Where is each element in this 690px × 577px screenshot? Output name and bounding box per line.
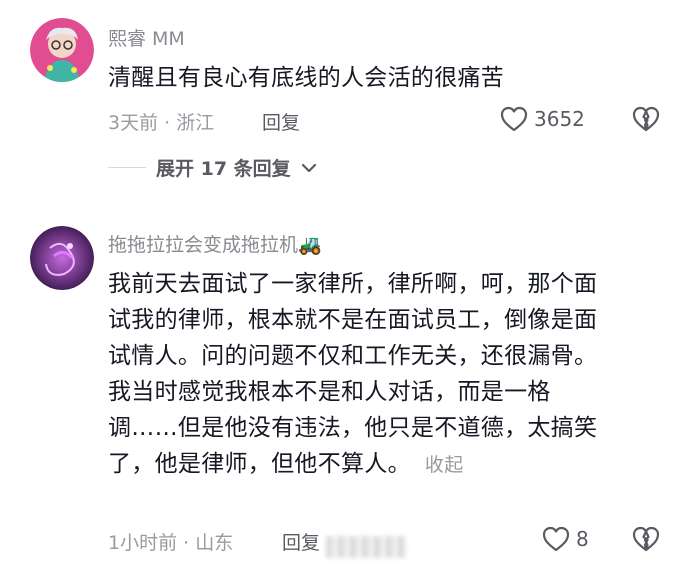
like-button[interactable]: 8 [542,526,589,552]
comment-text-line: 调……但是他没有违法，他只是不道德，太搞笑 [108,415,598,441]
comment-text-line-last: 了，他是律师，但他不算人。 收起 [108,446,668,483]
comment-1: 熙睿 MM 清醒且有良心有底线的人会活的很痛苦 3天前 · 浙江 回复 3652… [0,0,690,200]
collapse-button[interactable]: 收起 [425,454,464,476]
blurred-watermark [326,536,406,558]
avatar[interactable] [30,226,94,290]
like-count: 8 [576,527,589,551]
comment-text: 清醒且有良心有底线的人会活的很痛苦 [108,65,505,91]
comment-meta: 1小时前 · 山东 [108,532,234,554]
username[interactable]: 拖拖拉拉会变成拖拉机🚜 [108,230,322,257]
comment-2: 拖拖拉拉会变成拖拉机🚜 我前天去面试了一家律所，律所啊，呵，那个面 试我的律师，… [0,210,690,577]
like-count: 3652 [534,107,585,131]
divider [108,166,146,169]
comment-text: 我前天去面试了一家律所，律所啊，呵，那个面 试我的律师，根本就不是在面试员工，倒… [108,266,668,483]
chevron-down-icon [301,163,316,172]
comment-text-line: 了，他是律师，但他不算人。 [108,451,411,477]
comment-meta: 3天前 · 浙江 [108,112,215,134]
avatar[interactable] [30,18,94,82]
dislike-button[interactable] [632,526,660,556]
heart-outline-icon [500,106,528,132]
comment-text-line: 我前天去面试了一家律所，律所啊，呵，那个面 [108,271,598,297]
reply-button[interactable]: 回复 [262,108,300,135]
reply-button[interactable]: 回复 [282,528,320,555]
expand-replies-label: 展开 17 条回复 [156,158,291,180]
like-button[interactable]: 3652 [500,106,585,132]
comment-text-line: 我当时感觉我根本不是和人对话，而是一格 [108,379,551,405]
expand-replies-button[interactable]: 展开 17 条回复 [108,154,317,181]
broken-heart-icon [632,526,660,552]
broken-heart-icon [632,106,660,132]
comment-text-line: 试我的律师，根本就不是在面试员工，倒像是面 [108,307,598,333]
heart-outline-icon [542,526,570,552]
comment-text-line: 试情人。问的问题不仅和工作无关，还很漏骨。 [108,343,598,369]
dislike-button[interactable] [632,106,660,136]
username[interactable]: 熙睿 MM [108,24,185,51]
